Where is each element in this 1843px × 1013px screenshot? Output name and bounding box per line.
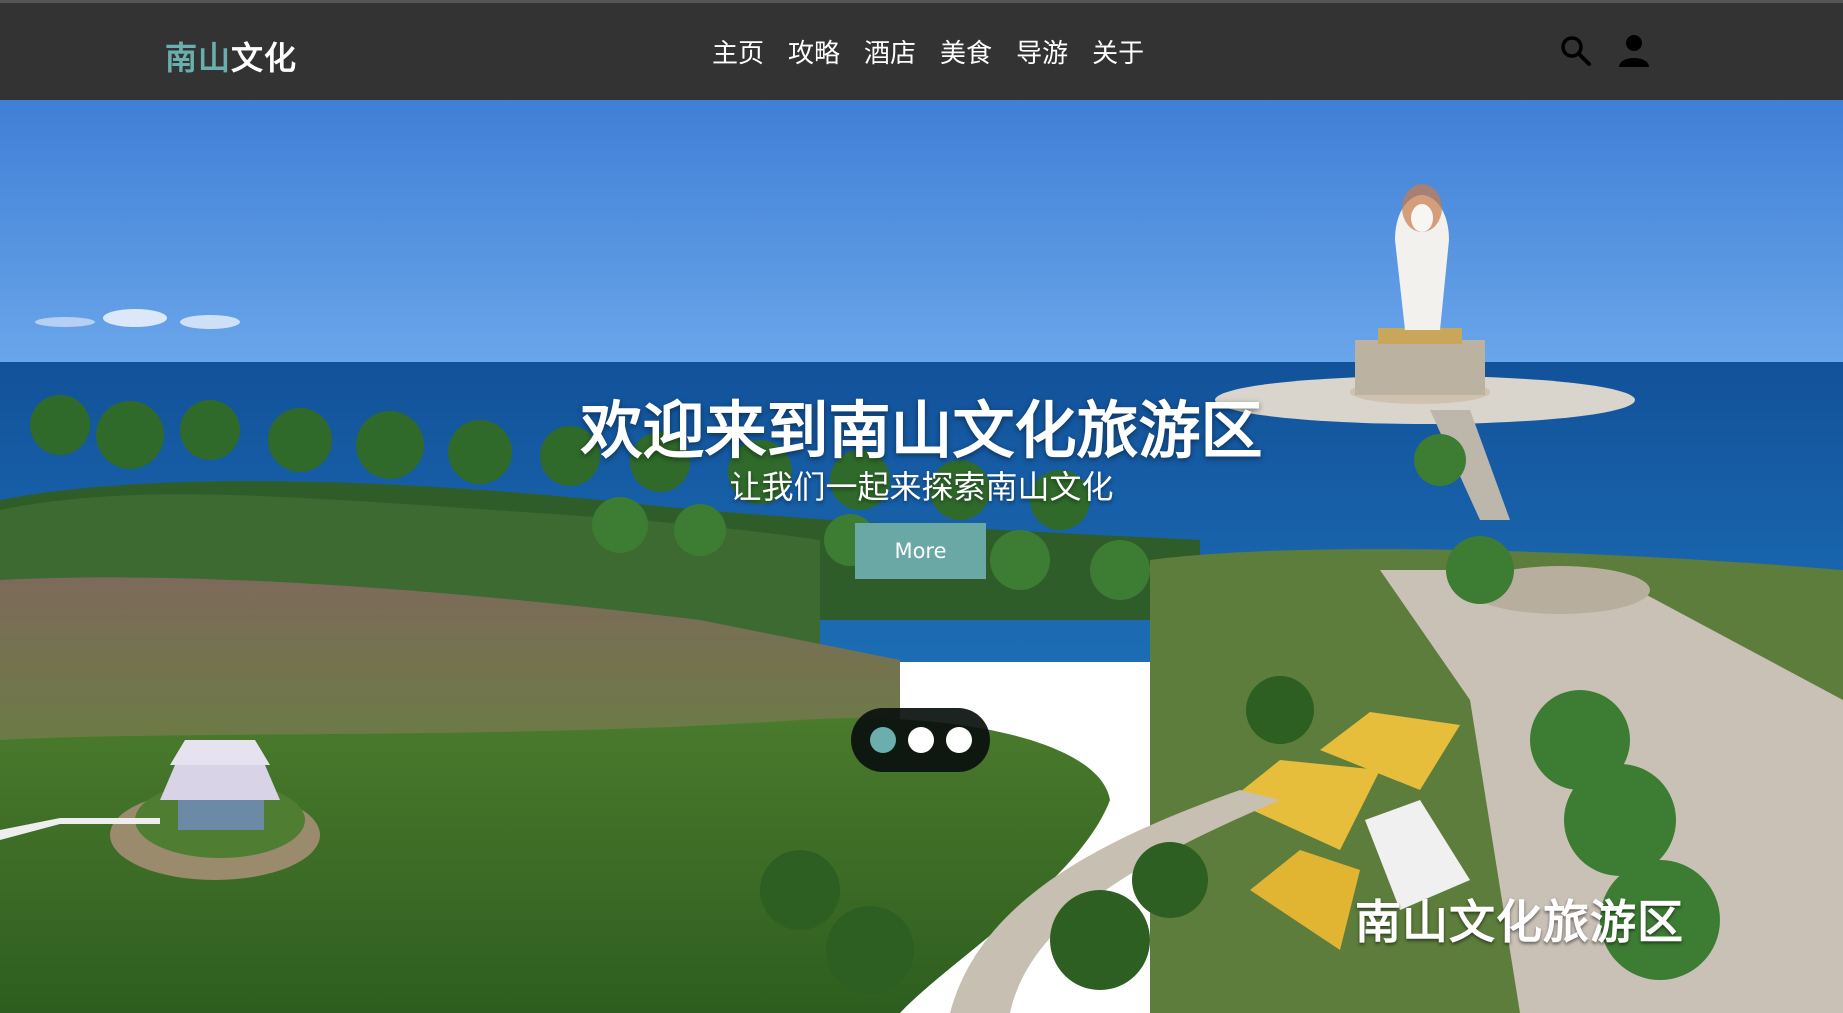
image-watermark-text: 南山文化旅游区: [1355, 895, 1684, 949]
carousel-dot-3[interactable]: [945, 727, 972, 753]
hero-banner: 欢迎来到南山文化旅游区 让我们一起来探索南山文化 More 南山文化旅游区: [0, 100, 1843, 1013]
logo-text-part2: 文化: [231, 39, 298, 77]
search-button[interactable]: [1558, 33, 1594, 69]
carousel-indicators: [851, 708, 990, 772]
carousel-dot-2[interactable]: [907, 727, 934, 753]
main-nav: 主页 攻略 酒店 美食 导游 关于: [712, 33, 1144, 70]
top-navbar: 南山文化 主页 攻略 酒店 美食 导游 关于: [0, 0, 1843, 100]
nav-item-about[interactable]: 关于: [1092, 33, 1144, 70]
user-icon: [1619, 35, 1649, 67]
nav-item-food[interactable]: 美食: [940, 33, 992, 70]
carousel-dot-1[interactable]: [869, 727, 896, 753]
hero-title: 欢迎来到南山文化旅游区: [580, 394, 1263, 467]
nav-item-hotel[interactable]: 酒店: [864, 33, 916, 70]
logo-text-part1: 南山: [165, 39, 232, 77]
site-logo[interactable]: 南山文化: [165, 33, 297, 79]
nav-item-home[interactable]: 主页: [712, 33, 764, 70]
user-button[interactable]: [1616, 33, 1652, 69]
page: 南山文化 主页 攻略 酒店 美食 导游 关于 欢迎来到南山文化旅游区 让我们一起…: [0, 0, 1843, 1013]
hero-subtitle: 让我们一起来探索南山文化: [729, 468, 1114, 506]
search-icon: [1561, 36, 1591, 66]
nav-item-tour-guide[interactable]: 导游: [1016, 33, 1068, 70]
nav-item-guide[interactable]: 攻略: [788, 33, 840, 70]
more-button[interactable]: More: [855, 523, 986, 579]
